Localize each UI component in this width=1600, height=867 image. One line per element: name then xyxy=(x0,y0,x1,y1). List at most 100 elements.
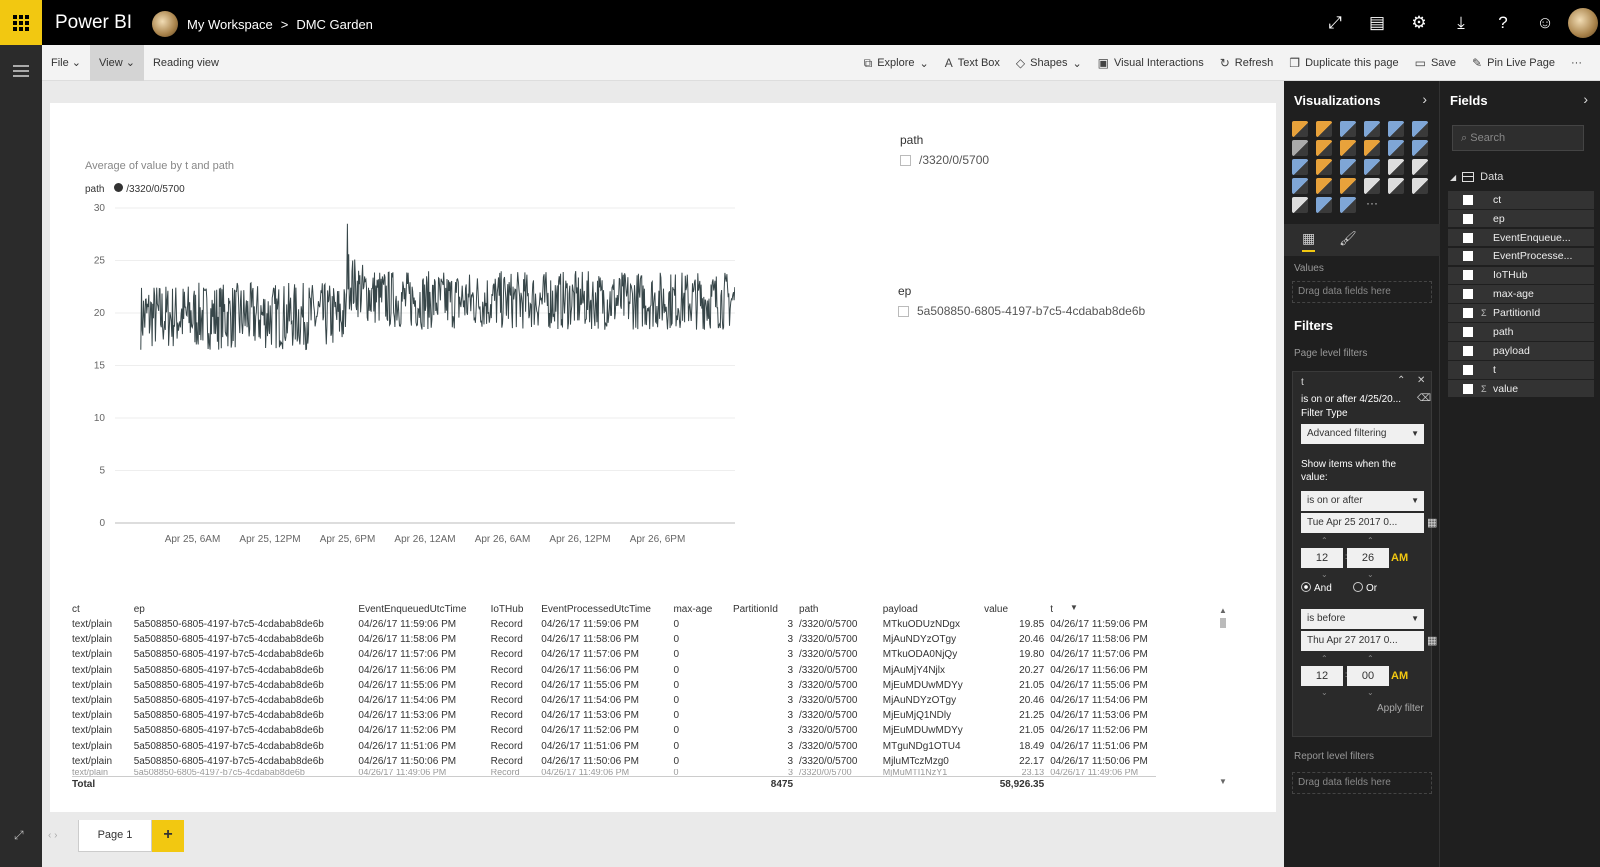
field-item-iothub[interactable]: IoTHub xyxy=(1448,266,1594,285)
visual-type-icon[interactable] xyxy=(1316,197,1332,213)
column-header-t[interactable]: t xyxy=(1050,601,1156,617)
calendar-icon[interactable]: ▦ xyxy=(1427,634,1437,647)
eraser-icon[interactable]: ⌫ xyxy=(1417,393,1431,404)
breadcrumb-workspace[interactable]: My Workspace xyxy=(187,17,273,32)
checkbox[interactable] xyxy=(1463,270,1473,281)
visual-type-icon[interactable] xyxy=(1292,159,1308,175)
hour1-input[interactable]: 12 xyxy=(1301,548,1343,568)
checkbox[interactable] xyxy=(900,154,911,166)
toolbar-pin-live-page-button[interactable]: ✎ Pin Live Page xyxy=(1464,56,1563,70)
hamburger-icon[interactable] xyxy=(13,65,29,80)
menu-reading-view[interactable]: Reading view xyxy=(144,45,228,81)
fields-tab-icon[interactable]: ▦ xyxy=(1302,230,1316,252)
scroll-up-icon[interactable]: ▲ xyxy=(1218,606,1228,615)
legend-series-name[interactable]: /3320/0/5700 xyxy=(126,184,184,195)
checkbox[interactable] xyxy=(898,305,909,317)
date2-input[interactable]: Thu Apr 27 2017 0... xyxy=(1301,631,1424,651)
table-row[interactable]: text/plain 5a508850-6805-4197-b7c5-4cdaba… xyxy=(72,723,1156,738)
field-item-max-age[interactable]: max-age xyxy=(1448,285,1594,303)
toolbar-duplicate-this-page-button[interactable]: ❐ Duplicate this page xyxy=(1281,56,1406,70)
field-item-value[interactable]: Σvalue xyxy=(1448,379,1594,398)
checkbox[interactable] xyxy=(1463,232,1473,243)
visual-type-icon[interactable] xyxy=(1364,178,1380,194)
scroll-down-icon[interactable]: ▼ xyxy=(1218,777,1228,786)
line-chart[interactable]: 0 5 10 15 20 25 30 Apr 25, 6AM Apr 25, 12PM Apr 2… xyxy=(85,198,735,558)
hour-up-icon[interactable]: ⌃ xyxy=(1321,654,1328,663)
filter-type-select[interactable]: Advanced filtering ▼ xyxy=(1301,424,1424,444)
collapse-filter-icon[interactable]: ⌃ xyxy=(1397,375,1405,386)
help-icon[interactable]: ? xyxy=(1482,0,1524,45)
hour-up-icon[interactable]: ⌃ xyxy=(1321,536,1328,545)
menu-view[interactable]: View ⌄ xyxy=(90,45,144,81)
page-nav-arrows[interactable]: ‹ › xyxy=(48,830,57,841)
fields-search-input[interactable]: ⌕ Search xyxy=(1452,125,1584,151)
data-table-node[interactable]: ◢ Data xyxy=(1450,171,1503,183)
column-header-partitionid[interactable]: PartitionId xyxy=(733,601,799,617)
table-row[interactable]: text/plain 5a508850-6805-4197-b7c5-4cdaba… xyxy=(72,754,1156,769)
table-row[interactable]: text/plain 5a508850-6805-4197-b7c5-4cdaba… xyxy=(72,739,1156,754)
calendar-icon[interactable]: ▦ xyxy=(1427,516,1437,529)
checkbox[interactable] xyxy=(1463,194,1473,205)
condition2-select[interactable]: is before ▼ xyxy=(1301,609,1424,629)
minute-up-icon[interactable]: ⌃ xyxy=(1367,536,1374,545)
visual-type-icon[interactable] xyxy=(1292,121,1308,137)
visual-type-icon[interactable] xyxy=(1340,178,1356,194)
field-item-payload[interactable]: payload xyxy=(1448,342,1594,360)
comment-icon[interactable]: ▤ xyxy=(1356,0,1398,45)
field-item-eventprocesse[interactable]: EventProcesse... xyxy=(1448,247,1594,266)
toolbar-refresh-button[interactable]: ↻ Refresh xyxy=(1212,56,1282,70)
toolbar-more-button[interactable]: ··· xyxy=(1563,57,1590,69)
table-row[interactable]: text/plain 5a508850-6805-4197-b7c5-4cdaba… xyxy=(72,632,1156,647)
add-page-button[interactable]: + xyxy=(152,820,184,852)
checkbox[interactable] xyxy=(1463,289,1473,300)
visual-type-icon[interactable] xyxy=(1340,159,1356,175)
column-header-ep[interactable]: ep xyxy=(134,601,359,617)
visual-type-icon[interactable] xyxy=(1316,121,1332,137)
table-row[interactable]: text/plain 5a508850-6805-4197-b7c5-4cdaba… xyxy=(72,678,1156,693)
checkbox[interactable] xyxy=(1463,308,1473,319)
visual-type-icon[interactable] xyxy=(1340,197,1356,213)
minute-down-icon[interactable]: ⌄ xyxy=(1367,688,1374,697)
visual-type-icon[interactable] xyxy=(1364,140,1380,156)
checkbox[interactable] xyxy=(1463,364,1473,375)
checkbox[interactable] xyxy=(1463,383,1473,394)
toolbar-shapes-button[interactable]: ◇ Shapes ⌄ xyxy=(1008,56,1090,70)
visual-type-icon[interactable] xyxy=(1412,121,1428,137)
visual-type-icon[interactable] xyxy=(1340,121,1356,137)
checkbox[interactable] xyxy=(1463,326,1473,337)
visual-type-icon[interactable] xyxy=(1412,159,1428,175)
condition1-select[interactable]: is on or after ▼ xyxy=(1301,491,1424,511)
sort-desc-icon[interactable]: ▼ xyxy=(1070,603,1078,612)
table-row-partial[interactable]: text/plain 5a508850-6805-4197-b7c5-4cdaba… xyxy=(72,769,1156,777)
visual-type-icon[interactable] xyxy=(1316,178,1332,194)
hour2-input[interactable]: 12 xyxy=(1301,666,1343,686)
app-launcher-button[interactable] xyxy=(0,0,42,45)
user-avatar[interactable] xyxy=(1566,0,1600,45)
hour-down-icon[interactable]: ⌄ xyxy=(1321,570,1328,579)
visual-type-icon[interactable] xyxy=(1364,121,1380,137)
column-header-value[interactable]: value xyxy=(984,601,1050,617)
field-item-ep[interactable]: ep xyxy=(1448,209,1594,228)
menu-file[interactable]: File ⌄ xyxy=(42,45,90,81)
minute1-input[interactable]: 26 xyxy=(1347,548,1389,568)
table-row[interactable]: text/plain 5a508850-6805-4197-b7c5-4cdaba… xyxy=(72,693,1156,708)
breadcrumb-report[interactable]: DMC Garden xyxy=(296,17,373,32)
format-paint-icon[interactable]: 🖌 xyxy=(1339,230,1357,247)
date1-input[interactable]: Tue Apr 25 2017 0... xyxy=(1301,513,1424,533)
column-header-ct[interactable]: ct xyxy=(72,601,134,617)
expand-triangle-icon[interactable]: ◢ xyxy=(1450,173,1456,182)
slicer-item[interactable]: 5a508850-6805-4197-b7c5-4cdabab8de6b xyxy=(898,304,1145,318)
visual-type-icon[interactable] xyxy=(1412,178,1428,194)
more-visuals-icon[interactable]: ··· xyxy=(1364,197,1380,213)
field-item-ct[interactable]: ct xyxy=(1448,191,1594,209)
table-row[interactable]: text/plain 5a508850-6805-4197-b7c5-4cdaba… xyxy=(72,708,1156,723)
scroll-thumb[interactable] xyxy=(1220,618,1226,628)
column-header-eventprocessedutctime[interactable]: EventProcessedUtcTime xyxy=(541,601,673,617)
close-filter-icon[interactable]: ✕ xyxy=(1417,375,1425,386)
collapse-fields-icon[interactable]: › xyxy=(1583,91,1588,107)
table-scrollbar[interactable]: ▲ ▼ xyxy=(1218,606,1228,794)
table-row[interactable]: text/plain 5a508850-6805-4197-b7c5-4cdaba… xyxy=(72,663,1156,678)
hour-down-icon[interactable]: ⌄ xyxy=(1321,688,1328,697)
values-drop-zone[interactable]: Drag data fields here xyxy=(1292,281,1432,303)
visual-type-icon[interactable] xyxy=(1388,121,1404,137)
